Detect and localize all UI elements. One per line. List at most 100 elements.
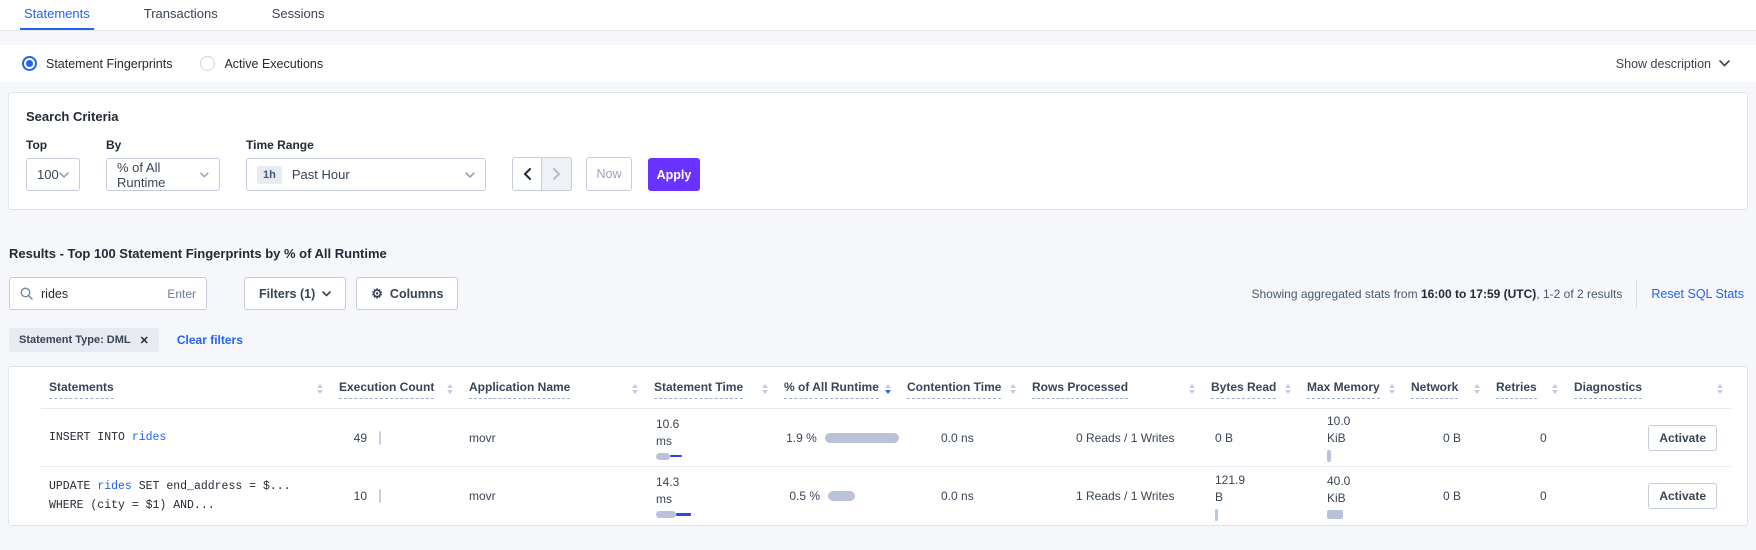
contention-time-cell: 0.0 ns <box>899 467 1024 525</box>
apply-button[interactable]: Apply <box>648 158 700 191</box>
column-header-statement-time[interactable]: Statement Time <box>646 367 776 409</box>
rows-processed-cell: 1 Reads / 1 Writes <box>1024 467 1203 525</box>
statement-time-cell: 10.6 ms <box>646 409 776 467</box>
tab-transactions[interactable]: Transactions <box>140 0 222 30</box>
activate-diagnostics-button[interactable]: Activate <box>1648 483 1717 509</box>
column-header-retries[interactable]: Retries <box>1488 367 1566 409</box>
contention-time-cell: 0.0 ns <box>899 409 1024 467</box>
column-header-max-memory[interactable]: Max Memory <box>1299 367 1403 409</box>
statement-time-cell: 14.3 ms <box>646 467 776 525</box>
time-range-field: Time Range 1h Past Hour <box>246 138 486 191</box>
search-box: Enter <box>9 277 207 310</box>
runtime-pct-cell: 0.5 % <box>776 467 899 525</box>
table-header-row: Statements Execution Count Application N… <box>41 367 1731 409</box>
column-header-execution-count[interactable]: Execution Count <box>331 367 461 409</box>
column-header-statements[interactable]: Statements <box>41 367 331 409</box>
table-name-token: rides <box>97 480 132 493</box>
chevron-down-icon <box>59 172 69 178</box>
columns-button[interactable]: ⚙ Columns <box>356 277 458 310</box>
sort-icon[interactable] <box>1389 384 1395 394</box>
close-icon[interactable]: ✕ <box>140 334 149 347</box>
gear-icon: ⚙ <box>371 287 383 300</box>
filters-label: Filters (1) <box>259 287 315 301</box>
top-tab-bar: Statements Transactions Sessions <box>0 0 1756 31</box>
radio-label: Statement Fingerprints <box>46 57 172 71</box>
search-input[interactable] <box>41 287 159 301</box>
sort-icon[interactable] <box>1717 384 1723 394</box>
execution-count-sparkbar <box>379 489 381 503</box>
column-header-pct-of-all-runtime[interactable]: % of All Runtime <box>776 367 899 409</box>
chevron-down-icon <box>1719 60 1730 67</box>
max-memory-bar <box>1327 510 1343 519</box>
runtime-pct-bar <box>828 491 855 501</box>
sort-icon[interactable] <box>317 384 323 394</box>
application-name-cell: movr <box>461 467 646 525</box>
search-criteria-panel: Search Criteria Top 100 By % of All Runt… <box>8 92 1748 210</box>
max-memory-bar <box>1327 450 1331 462</box>
sort-icon[interactable] <box>1474 384 1480 394</box>
column-header-application-name[interactable]: Application Name <box>461 367 646 409</box>
reset-sql-stats-link[interactable]: Reset SQL Stats <box>1651 287 1744 301</box>
sort-icon[interactable] <box>762 384 768 394</box>
diagnostics-cell: Activate <box>1566 409 1731 467</box>
statement-link[interactable]: UPDATE rides SET end_address = $... WHER… <box>41 477 331 515</box>
statement-cell: INSERT INTO rides <box>41 409 331 467</box>
radio-unselected-icon[interactable] <box>200 56 215 71</box>
stats-summary: Showing aggregated stats from 16:00 to 1… <box>1252 287 1623 301</box>
bytes-read-cell: 121.9 B <box>1203 467 1299 525</box>
retries-cell: 0 <box>1488 409 1566 467</box>
radio-statement-fingerprints[interactable]: Statement Fingerprints <box>22 56 172 71</box>
application-name-cell: movr <box>461 409 646 467</box>
max-memory-cell: 40.0 KiB <box>1299 467 1403 525</box>
tab-statements[interactable]: Statements <box>20 0 94 30</box>
chevron-down-icon <box>465 172 475 178</box>
sort-icon-active[interactable] <box>885 384 891 394</box>
top-select[interactable]: 100 <box>26 158 80 191</box>
diagnostics-cell: Activate <box>1566 467 1731 525</box>
filters-button[interactable]: Filters (1) <box>244 277 346 310</box>
bytes-read-bar <box>1215 509 1218 521</box>
show-description-label: Show description <box>1616 57 1711 71</box>
sort-icon[interactable] <box>1189 384 1195 394</box>
top-label: Top <box>26 138 80 152</box>
results-toolbar: Enter Filters (1) ⚙ Columns Showing aggr… <box>9 277 1748 310</box>
top-value: 100 <box>37 167 59 182</box>
rows-processed-cell: 0 Reads / 1 Writes <box>1024 409 1203 467</box>
chevron-right-icon <box>553 168 561 180</box>
by-select[interactable]: % of All Runtime <box>106 158 220 191</box>
column-header-bytes-read[interactable]: Bytes Read <box>1203 367 1299 409</box>
tab-sessions[interactable]: Sessions <box>268 0 329 30</box>
time-range-select[interactable]: 1h Past Hour <box>246 158 486 191</box>
column-header-diagnostics[interactable]: Diagnostics <box>1566 367 1731 409</box>
now-button[interactable]: Now <box>586 157 632 191</box>
next-time-range-button[interactable] <box>542 157 572 191</box>
activate-diagnostics-button[interactable]: Activate <box>1648 425 1717 451</box>
statement-time-sparkbar <box>656 453 696 460</box>
statement-link[interactable]: INSERT INTO rides <box>41 428 331 447</box>
column-header-contention-time[interactable]: Contention Time <box>899 367 1024 409</box>
runtime-pct-bar <box>825 433 899 443</box>
column-header-network[interactable]: Network <box>1403 367 1488 409</box>
by-field: By % of All Runtime <box>106 138 220 191</box>
radio-selected-icon[interactable] <box>22 56 37 71</box>
sort-icon[interactable] <box>1285 384 1291 394</box>
column-header-rows-processed[interactable]: Rows Processed <box>1024 367 1203 409</box>
chevron-left-icon <box>523 168 531 180</box>
runtime-pct-cell: 1.9 % <box>776 409 899 467</box>
active-filters-row: Statement Type: DML ✕ Clear filters <box>9 328 1748 352</box>
statements-table: Statements Execution Count Application N… <box>8 366 1748 526</box>
clear-filters-link[interactable]: Clear filters <box>177 333 243 347</box>
radio-active-executions[interactable]: Active Executions <box>200 56 323 71</box>
sort-icon[interactable] <box>1010 384 1016 394</box>
divider <box>1636 280 1637 308</box>
filter-chip-statement-type[interactable]: Statement Type: DML ✕ <box>9 328 159 352</box>
sort-icon[interactable] <box>1552 384 1558 394</box>
time-range-nav <box>512 157 572 191</box>
previous-time-range-button[interactable] <box>512 157 542 191</box>
show-description-toggle[interactable]: Show description <box>1616 57 1730 71</box>
chevron-down-icon <box>200 172 209 178</box>
sort-icon[interactable] <box>447 384 453 394</box>
execution-count-sparkbar <box>379 431 381 445</box>
sort-icon[interactable] <box>632 384 638 394</box>
table-row: INSERT INTO rides 49 movr 10.6 ms 1.9 % … <box>41 409 1731 467</box>
